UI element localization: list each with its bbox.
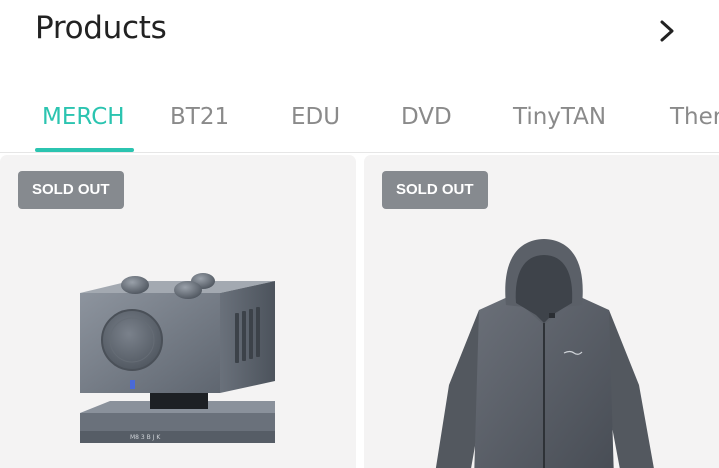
product-card[interactable]: SOLD OUT: [0, 155, 356, 468]
tab-bt21[interactable]: BT21: [170, 104, 229, 130]
tab-merch[interactable]: MERCH: [42, 104, 125, 130]
product-card[interactable]: SOLD OUT: [364, 155, 719, 468]
tab-edu[interactable]: EDU: [291, 104, 340, 130]
tab-dvd[interactable]: DVD: [401, 104, 452, 130]
tab-ther[interactable]: Ther: [670, 104, 719, 130]
speaker-cube-image: M8 3 B J K: [80, 273, 275, 443]
category-tabs: MERCH BT21 EDU DVD TinyTAN Ther: [0, 92, 719, 153]
page-title: Products: [35, 10, 167, 46]
sold-out-badge: SOLD OUT: [382, 171, 488, 209]
tab-tinytan[interactable]: TinyTAN: [513, 104, 606, 130]
sold-out-badge: SOLD OUT: [18, 171, 124, 209]
gray-hoodie-image: [435, 239, 654, 468]
header: Products: [0, 0, 719, 64]
chevron-right-icon[interactable]: [654, 16, 680, 46]
device-label: M8 3 B J K: [130, 434, 161, 441]
active-tab-indicator: [35, 148, 134, 152]
